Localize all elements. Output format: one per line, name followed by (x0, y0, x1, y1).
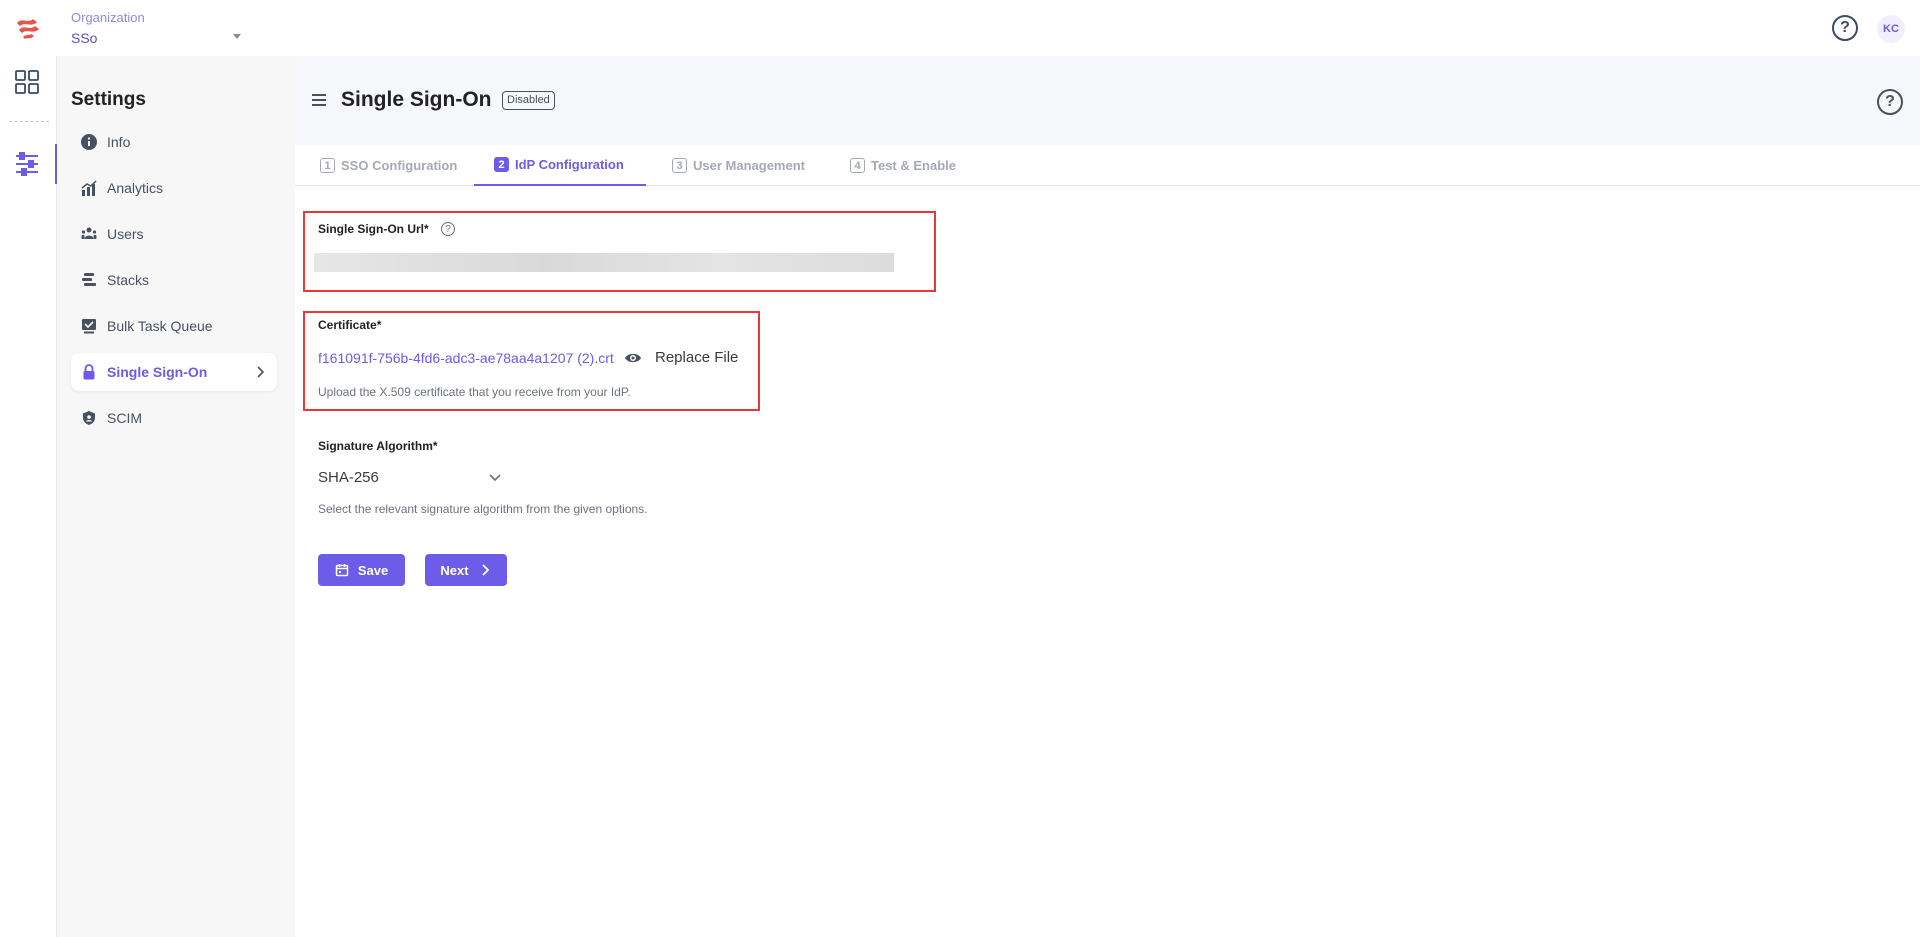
sidebar-item-label: SCIM (107, 410, 142, 426)
replace-file-button[interactable]: Replace File (655, 349, 738, 366)
save-button-label: Save (357, 562, 389, 578)
sidebar-item-info[interactable]: Info (71, 123, 277, 161)
calendar-save-icon (335, 563, 349, 577)
help-icon[interactable]: ? (441, 222, 455, 236)
org-value: SSo (71, 30, 98, 46)
eye-icon[interactable] (624, 349, 642, 367)
signature-algorithm-label: Signature Algorithm* (318, 439, 438, 453)
help-icon[interactable]: ? (1877, 89, 1903, 115)
help-icon[interactable]: ? (1832, 15, 1858, 41)
top-bar: Organization SSo ? KC (0, 0, 1920, 56)
lock-icon (81, 364, 97, 380)
sidebar-item-stacks[interactable]: Stacks (71, 261, 277, 299)
tab-sso-configuration[interactable]: 1 SSO Configuration (320, 145, 457, 186)
tab-label: IdP Configuration (515, 157, 624, 172)
signature-help-text: Select the relevant signature algorithm … (318, 502, 648, 516)
org-label: Organization (71, 10, 145, 25)
chevron-right-icon (478, 563, 492, 577)
users-icon (81, 226, 97, 242)
tab-label: SSO Configuration (341, 158, 458, 173)
sidebar-item-bulk-task-queue[interactable]: Bulk Task Queue (71, 307, 277, 345)
shield-icon (81, 410, 97, 426)
sso-url-label: Single Sign-On Url* (318, 222, 429, 236)
signature-algorithm-select[interactable]: SHA-256 (318, 464, 502, 490)
info-icon (81, 134, 97, 150)
caret-down-icon (233, 34, 241, 39)
chevron-down-icon (488, 470, 502, 484)
sidebar-title: Settings (71, 89, 146, 110)
next-button-label: Next (440, 562, 469, 578)
chevron-right-icon (253, 365, 267, 379)
app-rail (0, 56, 57, 937)
tab-step-number: 1 (320, 158, 335, 173)
app-logo-icon[interactable] (14, 14, 42, 42)
sidebar-item-scim[interactable]: SCIM (71, 399, 277, 437)
next-button[interactable]: Next (425, 554, 507, 586)
sidebar-item-analytics[interactable]: Analytics (71, 169, 277, 207)
certificate-file-link[interactable]: f161091f-756b-4fd6-adc3-ae78aa4a1207 (2)… (318, 350, 614, 366)
menu-icon[interactable] (312, 94, 326, 106)
wizard-tabs: 1 SSO Configuration 2 IdP Configuration … (295, 145, 1920, 186)
stacks-icon (81, 272, 97, 288)
settings-nav[interactable] (0, 144, 57, 184)
analytics-icon (81, 180, 97, 196)
select-value: SHA-256 (318, 468, 379, 486)
tab-user-management[interactable]: 3 User Management (672, 145, 805, 186)
sidebar-item-label: Stacks (107, 272, 150, 288)
page-title: Single Sign-On (341, 88, 492, 111)
sidebar-item-users[interactable]: Users (71, 215, 277, 253)
apps-grid-icon[interactable] (14, 69, 40, 95)
avatar[interactable]: KC (1877, 15, 1905, 43)
certificate-label: Certificate* (318, 318, 382, 332)
sidebar-item-label: Analytics (107, 180, 164, 196)
sidebar-item-single-sign-on[interactable]: Single Sign-On (71, 353, 277, 391)
status-badge: Disabled (502, 91, 555, 110)
settings-sidebar: Settings Info Analytics Users Stacks Bul… (57, 56, 295, 937)
org-switcher[interactable]: Organization SSo (71, 10, 241, 46)
tab-step-number: 2 (494, 157, 509, 172)
tab-step-number: 3 (672, 158, 687, 173)
tab-label: Test & Enable (871, 158, 957, 173)
rail-divider (9, 121, 49, 122)
tab-label: User Management (693, 158, 805, 173)
sidebar-item-label: Bulk Task Queue (107, 318, 213, 334)
sidebar-item-label: Single Sign-On (107, 364, 208, 380)
sso-url-input[interactable] (314, 253, 894, 272)
certificate-help-text: Upload the X.509 certificate that you re… (318, 385, 631, 399)
sidebar-item-label: Users (107, 226, 144, 242)
sidebar-item-label: Info (107, 134, 131, 150)
bulk-task-icon (81, 318, 97, 334)
save-button[interactable]: Save (318, 554, 405, 586)
page-header: Single Sign-On Disabled ? (295, 56, 1920, 145)
tab-idp-configuration[interactable]: 2 IdP Configuration (474, 145, 646, 186)
sliders-icon (16, 152, 38, 176)
tab-test-and-enable[interactable]: 4 Test & Enable (850, 145, 956, 186)
tab-step-number: 4 (850, 158, 865, 173)
